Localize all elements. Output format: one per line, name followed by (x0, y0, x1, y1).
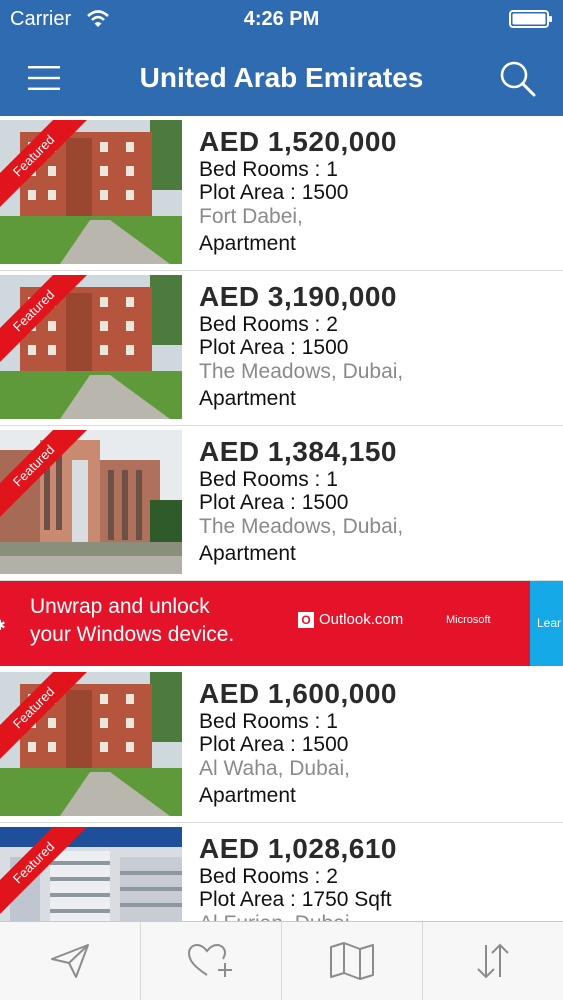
listing-price: AED 1,028,610 (199, 833, 397, 864)
listing-plot-area: Plot Area : 1500 (199, 491, 349, 514)
tab-bar (0, 921, 563, 1000)
status-bar: Carrier 4:26 PM (0, 0, 563, 40)
listing-price: AED 1,384,150 (199, 436, 397, 467)
listing-price: AED 3,190,000 (199, 281, 397, 312)
property-photo: Featured (0, 430, 182, 574)
listing-details: AED 1,520,000 Bed Rooms : 1 Plot Area : … (199, 126, 559, 257)
property-photo: Featured (0, 672, 182, 816)
listing-type: Apartment (199, 232, 296, 255)
listing-details: AED 1,384,150 Bed Rooms : 1 Plot Area : … (199, 436, 559, 567)
listing-type: Apartment (199, 784, 296, 807)
status-time: 4:26 PM (243, 8, 320, 30)
search-icon[interactable] (499, 60, 537, 98)
listing-location: The Meadows, Dubai, (199, 515, 404, 538)
listing-bedrooms: Bed Rooms : 2 (199, 313, 338, 336)
listing-details: AED 1,600,000 Bed Rooms : 1 Plot Area : … (199, 678, 559, 809)
listing-bedrooms: Bed Rooms : 2 (199, 865, 338, 888)
ad-line-2: your Windows device. (30, 623, 235, 646)
listing-location: The Meadows, Dubai, (199, 360, 404, 383)
listing-details: AED 3,190,000 Bed Rooms : 2 Plot Area : … (199, 281, 559, 412)
listing-price: AED 1,520,000 (199, 126, 397, 157)
listing-plot-area: Plot Area : 1500 (199, 733, 349, 756)
listing-item[interactable]: Featured AED 3,190,000 Bed Rooms : 2 Plo… (0, 271, 563, 426)
tab-share[interactable] (0, 922, 141, 1000)
listing-price: AED 1,600,000 (199, 678, 397, 709)
listing-location: Fort Dabei, (199, 205, 303, 228)
listing-bedrooms: Bed Rooms : 1 (199, 710, 338, 733)
send-icon (51, 944, 89, 978)
page-title: United Arab Emirates (139, 62, 424, 93)
tab-map[interactable] (282, 922, 423, 1000)
favorite-add-icon (187, 943, 232, 977)
ad-headline: Unwrap and unlock your Windows device. (30, 593, 234, 649)
listing-item[interactable]: Featured AED 1,384,150 Bed Rooms : 1 Plo… (0, 426, 563, 581)
phone-screen: { "status_bar": { "carrier": "Carrier", … (0, 0, 563, 1000)
ad-settings-icon: ✱ (0, 617, 6, 634)
outlook-icon: O (298, 611, 314, 628)
listing-type: Apartment (199, 542, 296, 565)
navigation-bar: United Arab Emirates (0, 40, 563, 116)
battery-icon (509, 10, 552, 28)
listing-type: Apartment (199, 387, 296, 410)
listing-plot-area: Plot Area : 1500 (199, 181, 349, 204)
tab-favorites[interactable] (141, 922, 282, 1000)
listing-location: Al Waha, Dubai, (199, 757, 350, 780)
tab-sort[interactable] (423, 922, 563, 1000)
ad-learn-button[interactable]: Lear (530, 581, 563, 666)
outlook-label: Outlook.com (319, 611, 404, 628)
map-icon (330, 942, 374, 980)
sort-icon (477, 943, 509, 979)
microsoft-logo: Microsoft (446, 614, 491, 626)
listing-item[interactable]: Featured AED 1,520,000 Bed Rooms : 1 Plo… (0, 116, 563, 271)
ad-banner[interactable]: ✱ Unwrap and unlock your Windows device.… (0, 581, 563, 666)
outlook-logo: O Outlook.com (298, 611, 403, 628)
listing-plot-area: Plot Area : 1750 Sqft (199, 888, 392, 911)
listing-bedrooms: Bed Rooms : 1 (199, 468, 338, 491)
property-photo: Featured (0, 275, 182, 419)
listing-plot-area: Plot Area : 1500 (199, 336, 349, 359)
property-photo: Featured (0, 120, 182, 264)
listing-item[interactable]: Featured AED 1,600,000 Bed Rooms : 1 Plo… (0, 668, 563, 823)
ad-line-1: Unwrap and unlock (30, 595, 210, 618)
listing-bedrooms: Bed Rooms : 1 (199, 158, 338, 181)
